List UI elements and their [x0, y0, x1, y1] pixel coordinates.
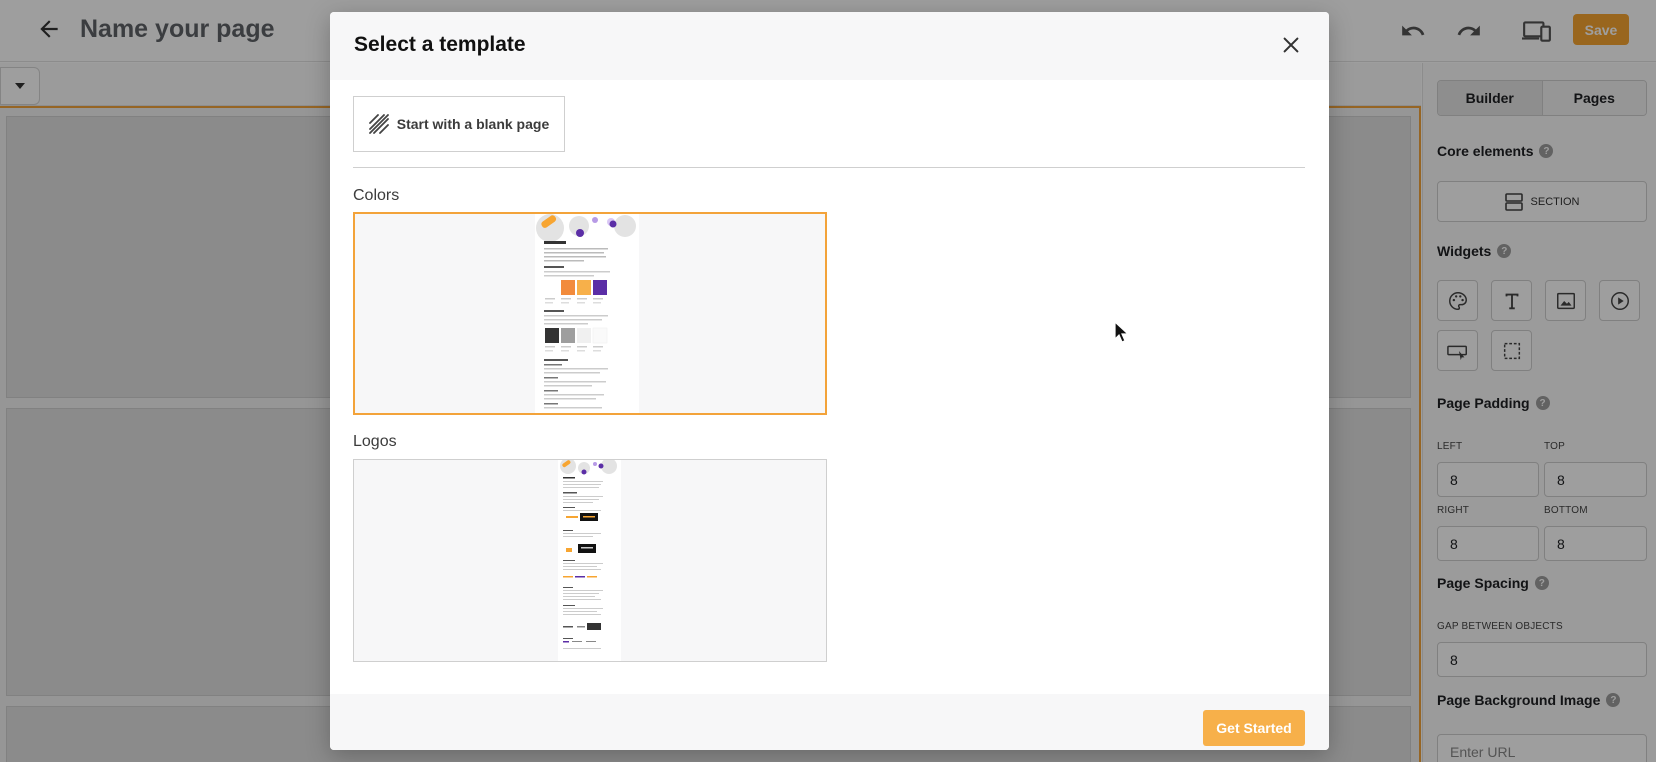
category-label-logos: Logos — [353, 433, 397, 450]
blank-page-label: Start with a blank page — [396, 116, 550, 132]
divider — [353, 167, 1305, 168]
dialog-body: Start with a blank page Colors Logos — [330, 80, 1329, 694]
template-card-colors[interactable] — [353, 212, 827, 415]
colors-template-thumbnail — [535, 214, 639, 413]
get-started-button[interactable]: Get Started — [1203, 710, 1305, 746]
mouse-pointer-icon — [1114, 321, 1130, 343]
dialog-header: Select a template — [330, 12, 1329, 80]
blank-page-button[interactable]: Start with a blank page — [353, 96, 565, 152]
close-icon[interactable] — [1280, 34, 1302, 56]
select-template-dialog: Select a template Start with a blank pag… — [330, 12, 1329, 750]
logos-template-thumbnail — [558, 460, 621, 661]
dialog-footer: Get Started — [330, 694, 1329, 750]
category-label-colors: Colors — [353, 187, 400, 204]
template-card-logos[interactable] — [353, 459, 827, 662]
dialog-title: Select a template — [354, 33, 526, 56]
hatch-icon — [368, 114, 389, 134]
